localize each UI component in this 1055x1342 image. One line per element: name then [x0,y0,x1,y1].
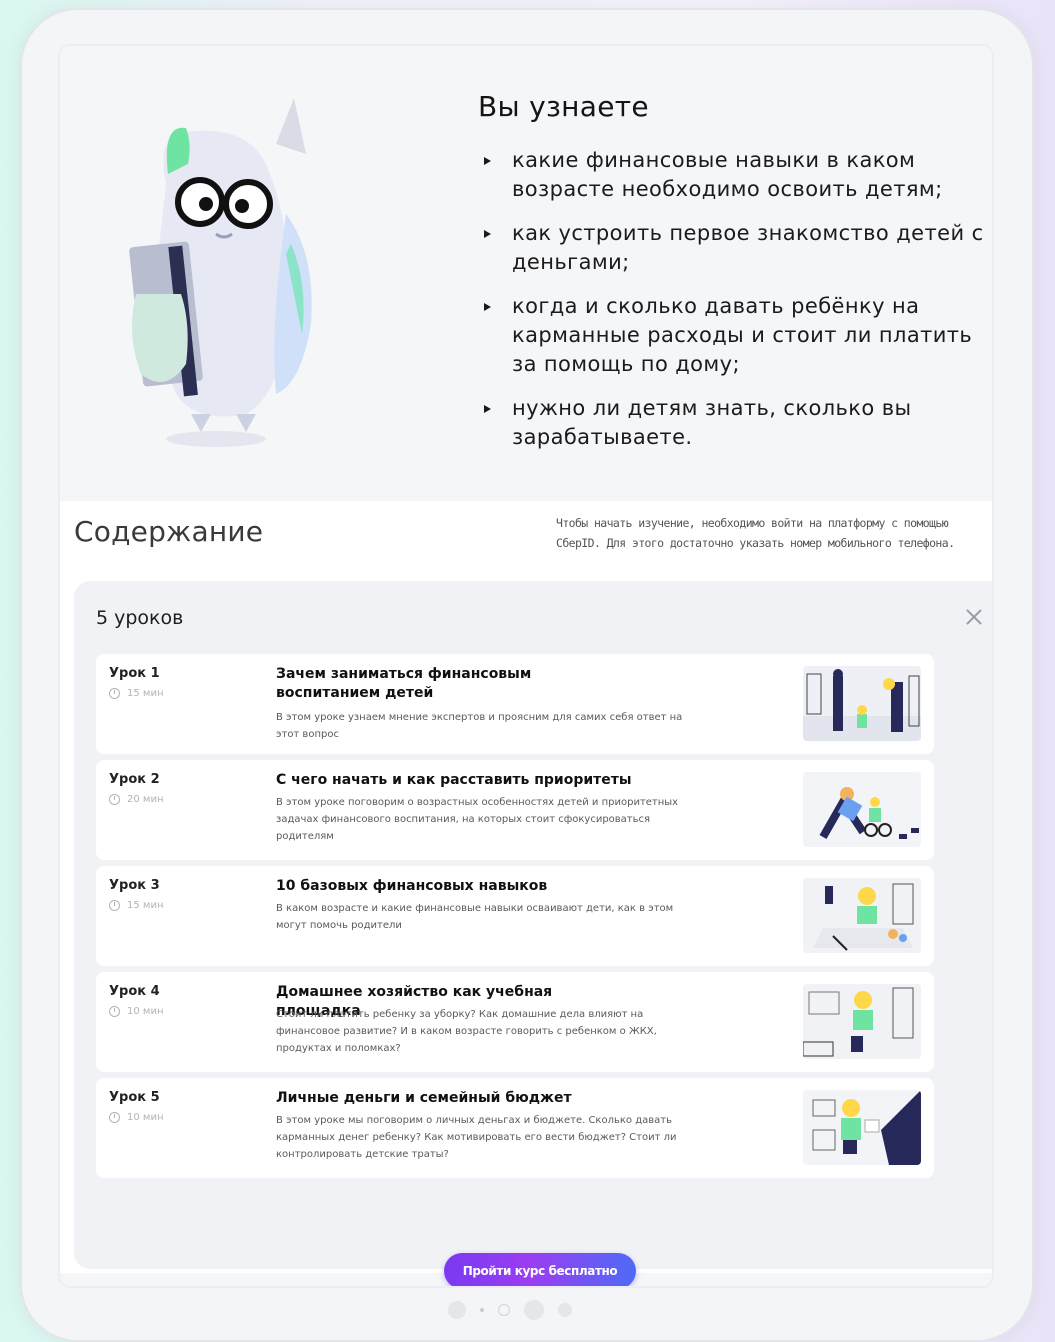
lessons-list: Урок 1 15 мин Зачем заниматься финансовы… [96,654,934,1184]
clock-icon [109,1006,120,1017]
learn-item: нужно ли детям знать, сколько вы зарабат… [484,394,984,452]
lesson-description: Стоит ли платить ребенку за уборку? Как … [276,1009,657,1054]
login-note: Чтобы начать изучение, необходимо войти … [556,516,955,550]
clock-icon [109,900,120,911]
lesson-description: В этом уроке поговорим о возрастных особ… [276,797,679,842]
lesson-description: В этом уроке узнаем мнение экспертов и п… [276,712,683,740]
bullet-icon [484,405,491,413]
lesson-illustration [803,878,921,953]
lesson-card[interactable]: Урок 4 10 мин Домашнее хозяйство как уче… [96,972,934,1072]
lesson-title: 10 базовых финансовых навыков [276,878,548,894]
lesson-number: Урок 3 [109,878,160,893]
bullet-icon [484,157,491,165]
lesson-card[interactable]: Урок 2 20 мин С чего начать и как расста… [96,760,934,860]
bullet-icon [484,303,491,311]
learn-item: какие финансовые навыки в каком возрасте… [484,146,984,204]
content-section: Содержание Чтобы начать изучение, необхо… [60,501,992,1286]
lesson-number: Урок 2 [109,772,160,787]
lesson-number: Урок 5 [109,1090,160,1105]
lesson-illustration [803,1090,921,1165]
lesson-card[interactable]: Урок 5 10 мин Личные деньги и семейный б… [96,1078,934,1178]
clock-icon [109,1112,120,1123]
lesson-duration: 10 мин [109,1006,163,1017]
lesson-number: Урок 4 [109,984,160,999]
carousel-dot[interactable] [558,1303,572,1317]
lesson-illustration [803,772,921,847]
lesson-title: Зачем заниматься финансовым воспитанием … [276,666,532,701]
tablet-screen: Вы узнаете какие финансовые навыки в как… [60,46,992,1286]
bullet-icon [484,230,491,238]
lesson-duration: 15 мин [109,900,163,911]
start-course-button[interactable]: Пройти курс бесплатно [444,1253,636,1286]
lessons-count-title: 5 уроков [96,607,184,629]
lesson-duration: 15 мин [109,688,163,699]
learn-list: какие финансовые навыки в каком возрасте… [484,146,984,467]
lesson-card[interactable]: Урок 3 15 мин 10 базовых финансовых навы… [96,866,934,966]
lesson-description: В каком возрасте и какие финансовые навы… [276,903,674,931]
lesson-illustration [803,666,921,741]
carousel-dot[interactable] [524,1300,544,1320]
lesson-duration: 20 мин [109,794,163,805]
owl-mascot-illustration [129,98,312,447]
clock-icon [109,794,120,805]
content-title: Содержание [74,515,264,548]
clock-icon [109,688,120,699]
lesson-description: В этом уроке мы поговорим о личных деньг… [276,1115,677,1160]
lesson-number: Урок 1 [109,666,160,681]
carousel-dot[interactable] [448,1301,466,1319]
carousel-dot[interactable] [498,1304,510,1316]
lesson-title: Личные деньги и семейный бюджет [276,1090,572,1106]
close-icon[interactable] [962,605,986,629]
lesson-illustration [803,984,921,1059]
hero-section: Вы узнаете какие финансовые навыки в как… [60,46,992,501]
learn-title: Вы узнаете [478,90,649,123]
lesson-title: С чего начать и как расставить приоритет… [276,772,632,788]
lessons-panel: 5 уроков Урок 1 15 мин Зачем заниматься … [74,581,992,1269]
carousel-dot[interactable] [480,1308,484,1312]
carousel-dots [448,1300,572,1320]
lesson-card[interactable]: Урок 1 15 мин Зачем заниматься финансовы… [96,654,934,754]
learn-item: когда и сколько давать ребёнку на карман… [484,292,984,379]
lesson-duration: 10 мин [109,1112,163,1123]
learn-item: как устроить первое знакомство детей с д… [484,219,984,277]
